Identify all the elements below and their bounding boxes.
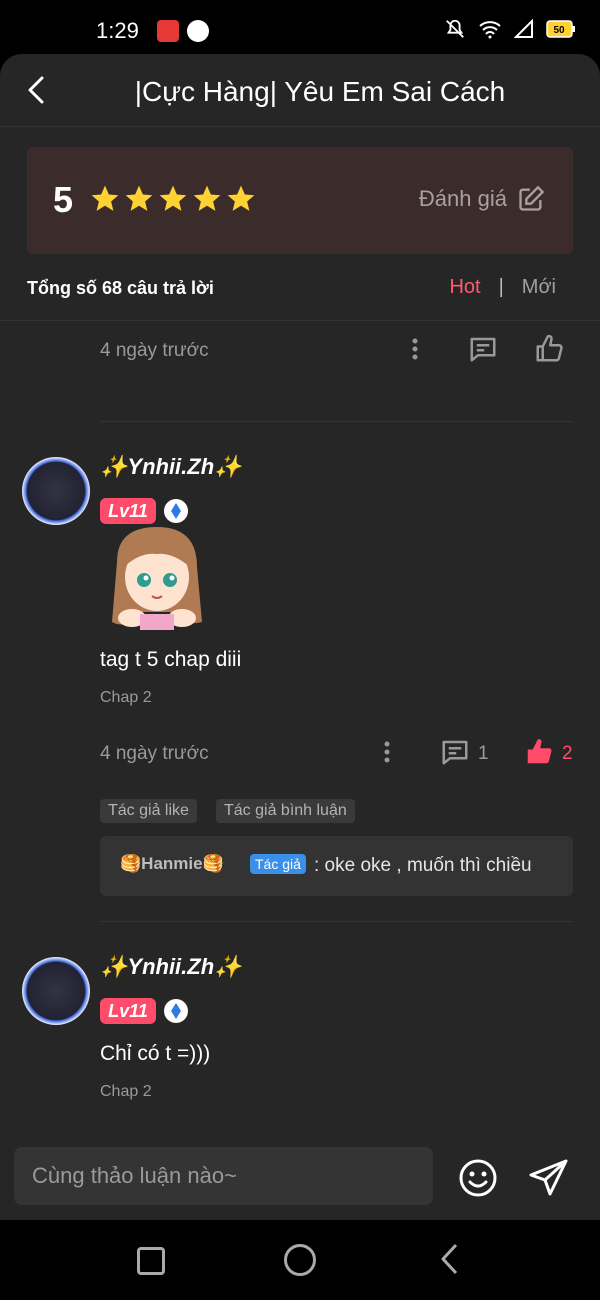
reply-count: 1 [478,743,489,764]
signal-icon [514,19,533,38]
level-badge: Lv11 [100,498,156,524]
rating-stars [89,183,257,215]
rate-button[interactable]: Đánh giá [419,185,545,213]
star-icon [125,185,153,211]
author-comment-tag: Tác giả bình luận [216,799,355,823]
comment-icon[interactable] [440,737,470,767]
level-badge: Lv11 [100,998,156,1024]
page-title: |Cực Hàng| Yêu Em Sai Cách [134,76,506,107]
divider [100,421,573,422]
rank-icon [164,999,188,1023]
comment-text: tag t 5 chap diii [100,648,242,671]
rating-score: 5 [53,179,74,220]
comment-time: 4 ngày trước [100,340,209,361]
battery-icon: 50 [546,20,575,38]
total-replies: Tổng số 68 câu trả lời [27,278,214,298]
header: |Cực Hàng| Yêu Em Sai Cách [0,54,600,127]
like-icon[interactable] [534,334,564,364]
comment-input-bar [0,1134,600,1220]
status-icons: 50 [444,18,576,40]
status-bar: 1:29 50 [0,0,600,60]
wifi-icon [479,21,501,39]
emoji-icon[interactable] [458,1158,498,1198]
comment-input[interactable] [14,1147,433,1205]
sort-options: Hot | Mới [449,276,556,299]
mute-icon [446,19,464,38]
comment-text: Chỉ có t =))) [100,1042,211,1065]
reply-text: : oke oke , muốn thì chiều [314,855,532,876]
rank-icon [164,499,188,523]
system-nav-bar [0,1220,600,1300]
sticker-image [112,527,202,630]
divider [0,320,600,321]
author-like-tag: Tác giả like [100,799,197,823]
comment-chapter[interactable]: Chap 2 [100,1083,152,1101]
comment-time: 4 ngày trước [100,743,209,764]
more-icon[interactable] [400,334,430,364]
sort-hot[interactable]: Hot [449,276,480,299]
status-time: 1:29 [96,18,139,43]
like-count: 2 [562,743,573,764]
avatar[interactable] [22,457,90,525]
comments-sheet: |Cực Hàng| Yêu Em Sai Cách 5 Đánh giá Tổ… [0,54,600,1220]
star-icon [159,185,187,211]
recent-apps-button[interactable] [137,1247,165,1275]
rate-button-label: Đánh giá [418,186,507,211]
author-badge: Tác giả [250,854,306,874]
comment-meta: 4 ngày trước 1 2 [100,737,573,771]
rating-box: 5 Đánh giá [27,147,573,254]
edit-icon [519,185,545,211]
comment-username[interactable]: ✨Ynhii.Zh✨ [100,454,242,480]
battery-level: 50 [553,25,565,36]
star-icon [227,185,255,211]
like-icon[interactable] [524,737,554,767]
sort-separator: | [498,276,504,298]
comment-meta: 4 ngày trước [100,334,573,368]
star-icon [193,185,221,211]
system-back-icon[interactable] [438,1242,462,1276]
more-icon[interactable] [372,737,402,767]
comment-chapter[interactable]: Chap 2 [100,689,152,707]
avatar[interactable] [22,957,90,1025]
back-icon[interactable] [22,74,52,106]
send-icon[interactable] [528,1158,570,1198]
home-button[interactable] [284,1244,316,1276]
sort-new[interactable]: Mới [522,276,556,299]
author-reply[interactable]: 🥞Hanmie🥞 Tác giả : oke oke , muốn thì ch… [100,836,573,896]
comment-username[interactable]: ✨Ynhii.Zh✨ [100,954,242,980]
reply-username: 🥞Hanmie🥞 [120,854,224,873]
divider [100,921,573,922]
comment-icon[interactable] [468,334,498,364]
manga-app-icon [157,20,179,42]
app-notification-icon [187,20,209,42]
star-icon [91,185,119,211]
